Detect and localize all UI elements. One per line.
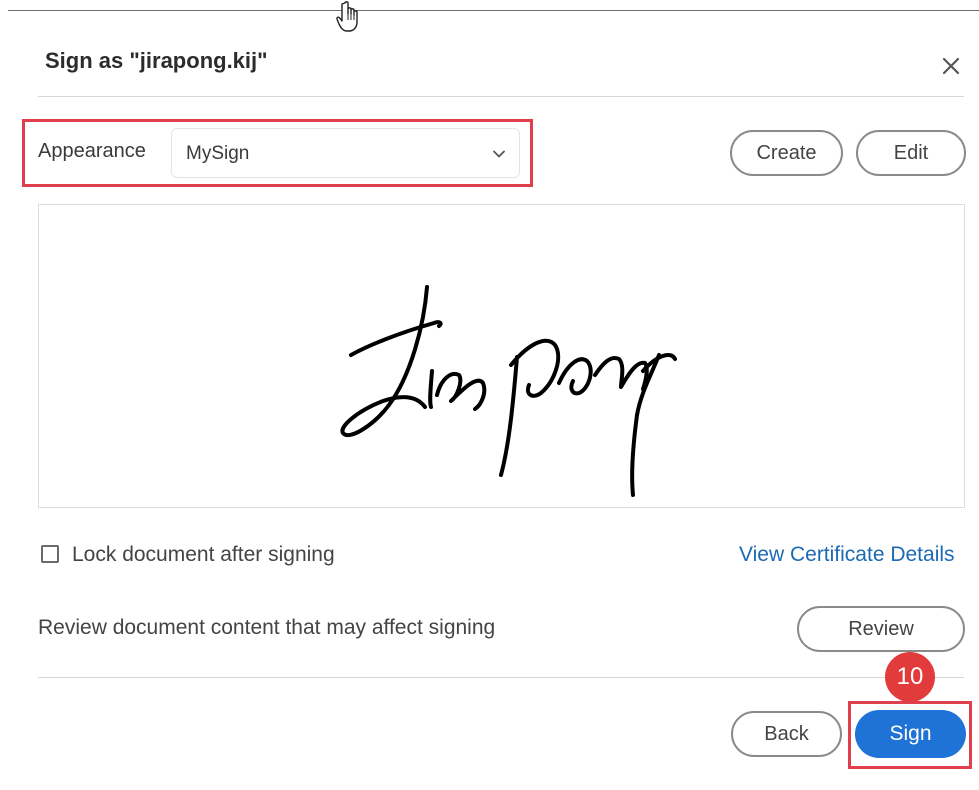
view-certificate-details-link[interactable]: View Certificate Details: [739, 543, 955, 567]
dialog-title: Sign as "jirapong.kij": [45, 48, 268, 73]
header-divider: [38, 96, 964, 97]
window-top-border: [8, 10, 979, 11]
review-description: Review document content that may affect …: [38, 616, 496, 639]
sign-dialog: Sign as "jirapong.kij" Appearance MySign…: [0, 0, 979, 790]
back-button[interactable]: Back: [731, 711, 842, 757]
lock-document-label: Lock document after signing: [72, 543, 335, 566]
appearance-label: Appearance: [38, 140, 146, 162]
hand-cursor-icon: [336, 1, 358, 32]
review-button[interactable]: Review: [797, 606, 965, 652]
step-number-badge: 10: [885, 652, 935, 702]
appearance-select[interactable]: MySign: [171, 128, 520, 178]
handwritten-signature-image: [340, 285, 677, 497]
signature-preview: [38, 204, 965, 508]
sign-button[interactable]: Sign: [855, 710, 966, 758]
close-icon: [942, 57, 960, 75]
create-button[interactable]: Create: [730, 130, 843, 176]
footer-divider: [38, 677, 964, 678]
chevron-down-icon: [493, 150, 505, 158]
edit-button[interactable]: Edit: [856, 130, 966, 176]
lock-document-checkbox[interactable]: [41, 545, 59, 563]
appearance-select-value: MySign: [186, 143, 250, 164]
close-button[interactable]: [937, 52, 965, 80]
